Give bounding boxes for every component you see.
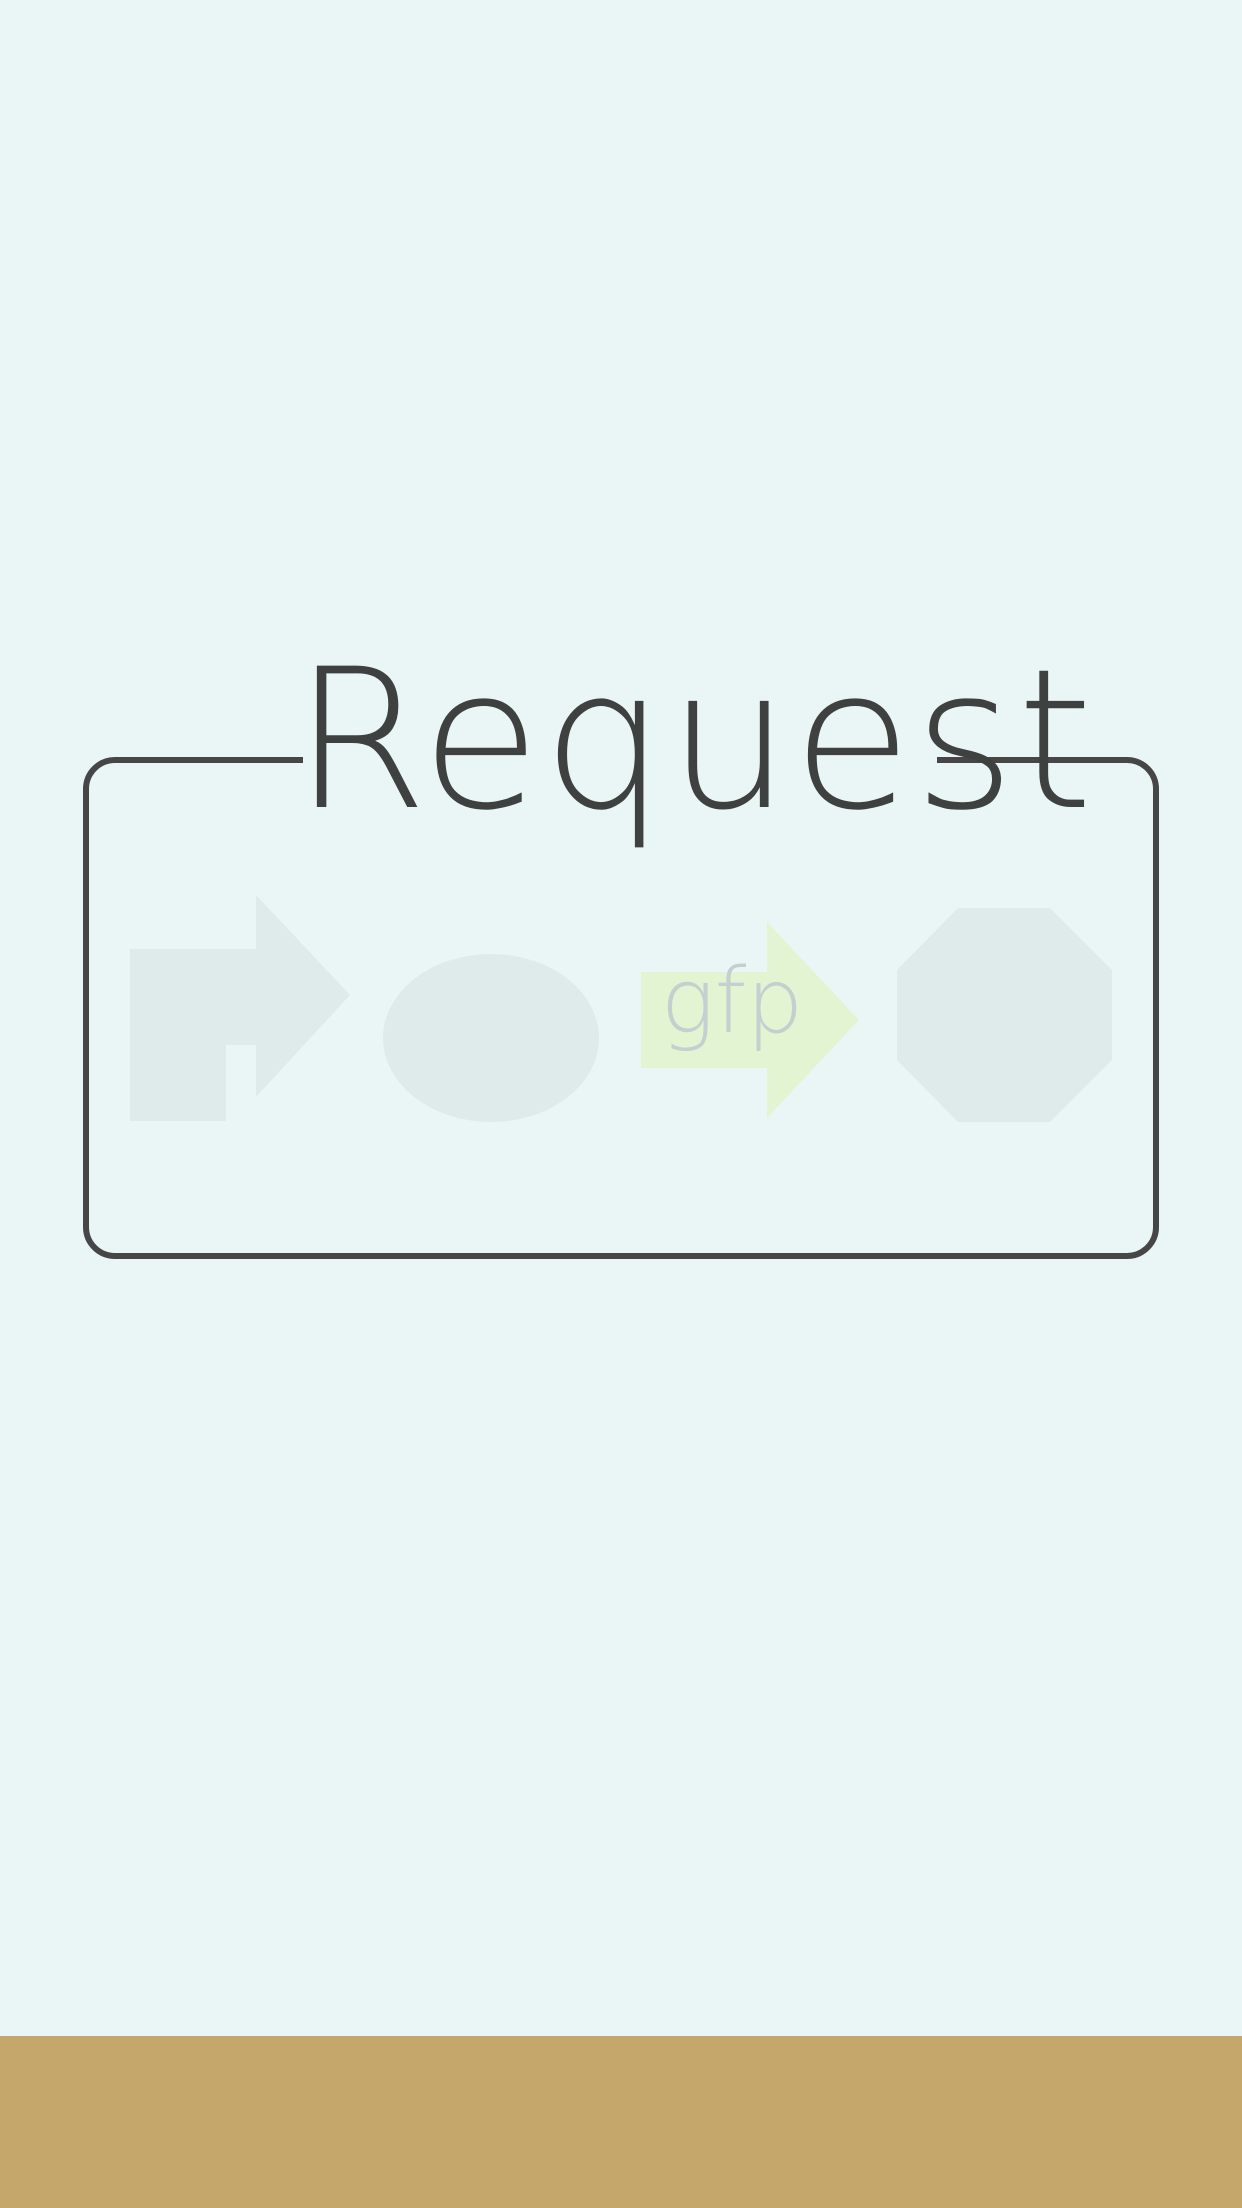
turn-arrow-icon[interactable] bbox=[128, 893, 354, 1123]
right-arrow-label: gfp bbox=[660, 949, 804, 1054]
request-title: Request bbox=[293, 627, 1096, 853]
game-screen: Request gfp bbox=[0, 0, 1242, 2208]
bottom-bar bbox=[0, 2036, 1242, 2208]
octagon-icon[interactable] bbox=[896, 907, 1114, 1123]
ellipse-icon[interactable] bbox=[381, 952, 601, 1124]
